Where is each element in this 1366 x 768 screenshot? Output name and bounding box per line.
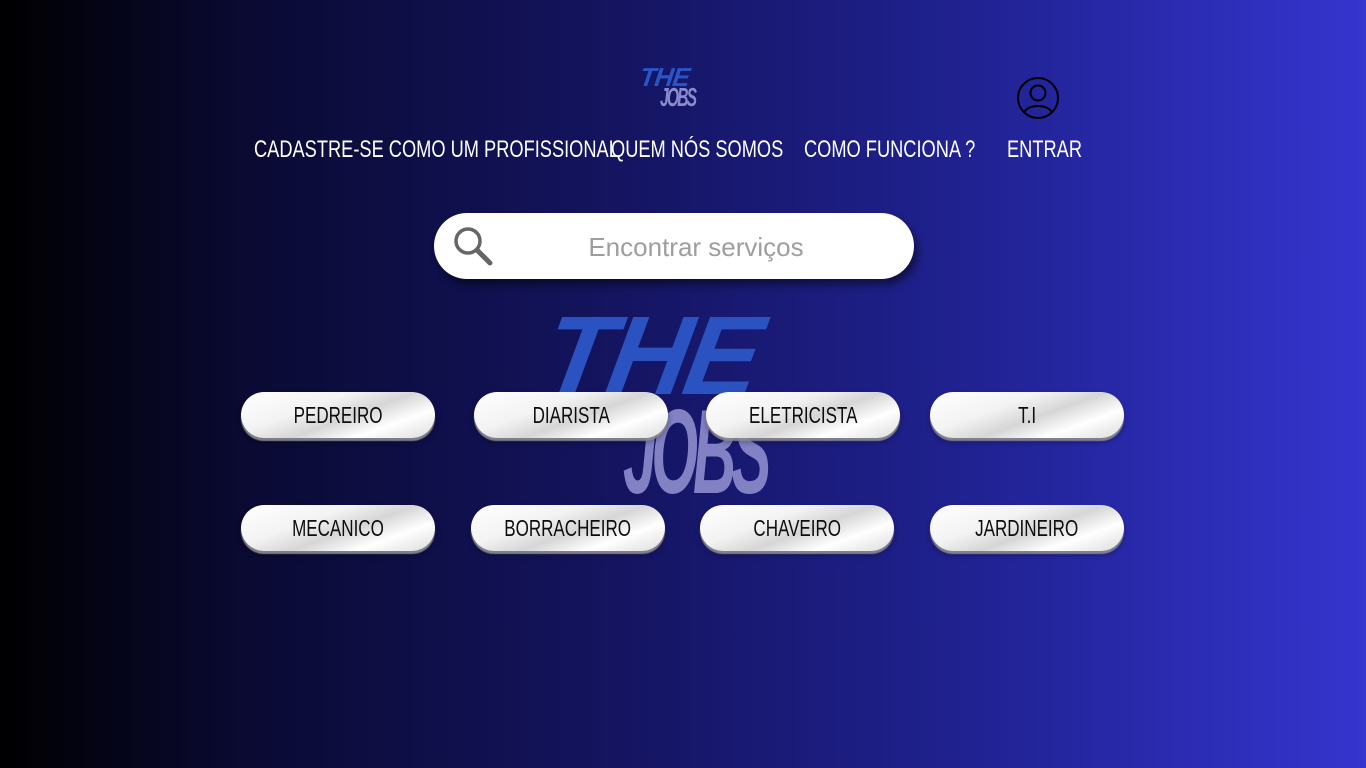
nav-label: CADASTRE-SE COMO UM PROFISSIONAL xyxy=(254,136,619,163)
nav-label: ENTRAR xyxy=(1007,136,1082,163)
search-bar xyxy=(434,213,914,279)
category-diarista-button[interactable]: DIARISTA xyxy=(474,392,668,438)
search-icon[interactable] xyxy=(452,225,494,267)
category-borracheiro-button[interactable]: BORRACHEIRO xyxy=(471,505,665,551)
category-label: T.I xyxy=(1018,401,1036,428)
category-mecanico-button[interactable]: MECANICO xyxy=(241,505,435,551)
category-eletricista-button[interactable]: ELETRICISTA xyxy=(706,392,900,438)
nav-how-it-works[interactable]: COMO FUNCIONA ? xyxy=(804,134,1029,166)
category-label: BORRACHEIRO xyxy=(504,514,632,541)
category-ti-button[interactable]: T.I xyxy=(930,392,1124,438)
nav-label: QUEM NÓS SOMOS xyxy=(611,136,784,163)
category-pedreiro-button[interactable]: PEDREIRO xyxy=(241,392,435,438)
nav-login[interactable]: ENTRAR xyxy=(1007,134,1106,166)
category-chaveiro-button[interactable]: CHAVEIRO xyxy=(700,505,894,551)
category-label: JARDINEIRO xyxy=(975,514,1079,541)
nav-label: COMO FUNCIONA ? xyxy=(804,136,976,163)
logo-text-jobs: JOBS xyxy=(660,82,697,112)
search-input[interactable] xyxy=(524,223,868,271)
category-label: MECANICO xyxy=(292,514,384,541)
category-label: DIARISTA xyxy=(532,401,610,428)
category-label: CHAVEIRO xyxy=(753,514,841,541)
category-jardineiro-button[interactable]: JARDINEIRO xyxy=(930,505,1124,551)
user-circle-icon[interactable] xyxy=(1016,76,1060,120)
header-logo[interactable]: THE JOBS xyxy=(638,62,724,120)
category-label: PEDREIRO xyxy=(293,401,383,428)
category-label: ELETRICISTA xyxy=(748,401,858,428)
